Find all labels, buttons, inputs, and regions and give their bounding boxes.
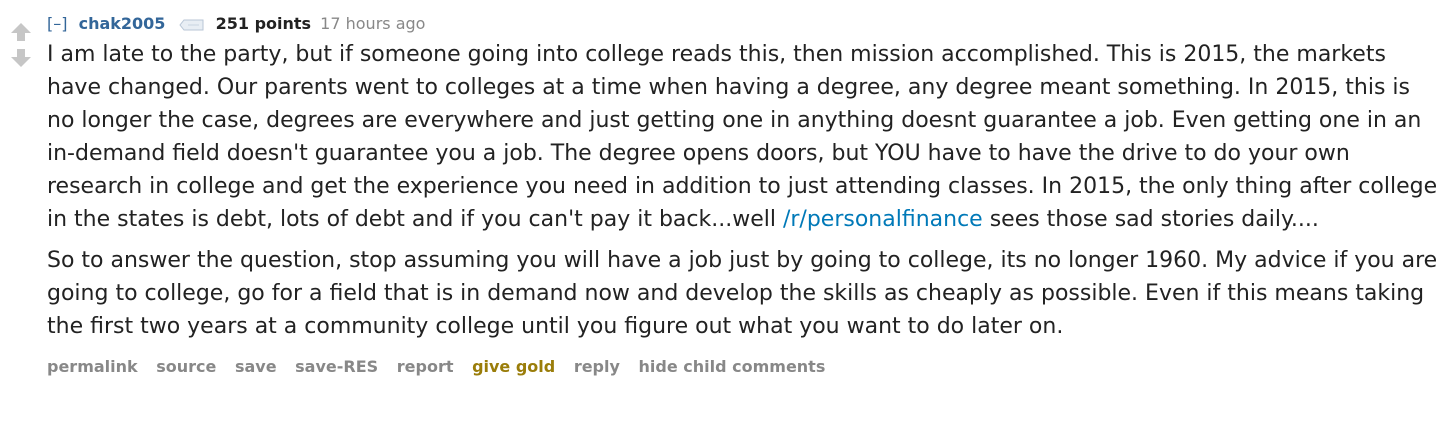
comment-entry: [–] chak2005 251 points 17 hours ago I a… — [47, 12, 1442, 376]
comment-actions: permalink source save save-RES report gi… — [47, 357, 1442, 376]
save-button[interactable]: save — [235, 357, 277, 376]
hide-child-comments-button[interactable]: hide child comments — [639, 357, 826, 376]
vote-arrows — [9, 22, 35, 68]
paragraph-1-text: I am late to the party, but if someone g… — [47, 42, 1438, 232]
upvote-arrow-icon[interactable] — [9, 22, 33, 42]
comment: [–] chak2005 251 points 17 hours ago I a… — [0, 0, 1447, 430]
comment-body: I am late to the party, but if someone g… — [47, 38, 1442, 343]
comment-paragraph-1: I am late to the party, but if someone g… — [47, 38, 1442, 236]
author-link[interactable]: chak2005 — [79, 14, 166, 33]
comment-paragraph-2: So to answer the question, stop assuming… — [47, 248, 1438, 339]
paragraph-1-tail: sees those sad stories daily.... — [982, 207, 1319, 232]
comment-score: 251 points — [215, 14, 312, 33]
comment-timestamp: 17 hours ago — [320, 14, 426, 33]
reply-button[interactable]: reply — [574, 357, 620, 376]
comment-tagline: [–] chak2005 251 points 17 hours ago — [47, 12, 1442, 38]
give-gold-button[interactable]: give gold — [472, 357, 555, 376]
subreddit-link[interactable]: /r/personalfinance — [783, 207, 983, 232]
source-button[interactable]: source — [156, 357, 216, 376]
collapse-toggle[interactable]: [–] — [47, 14, 67, 33]
report-button[interactable]: report — [397, 357, 454, 376]
save-res-button[interactable]: save-RES — [295, 357, 378, 376]
tag-icon[interactable] — [178, 19, 205, 31]
downvote-arrow-icon[interactable] — [9, 48, 33, 68]
permalink-button[interactable]: permalink — [47, 357, 138, 376]
